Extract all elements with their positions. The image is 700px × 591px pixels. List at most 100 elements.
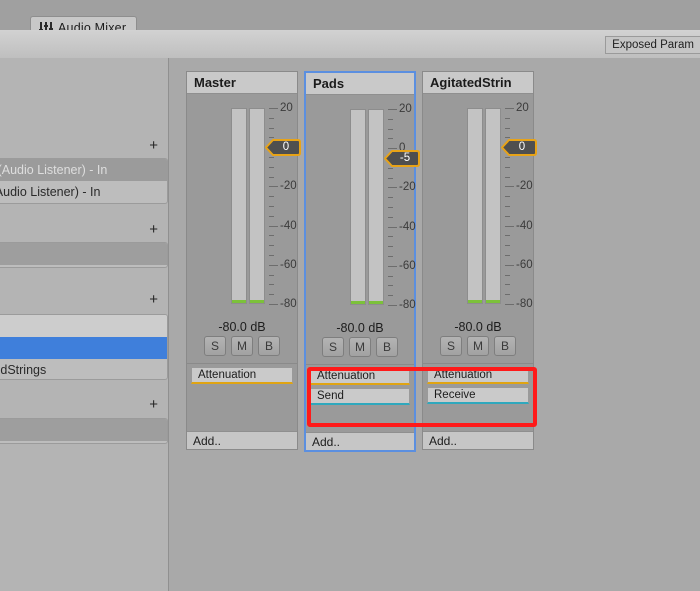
- effect-label: Attenuation: [317, 370, 376, 382]
- meter-zone: 200-20-40-60-800: [423, 94, 537, 319]
- volume-fader-handle[interactable]: 0: [265, 138, 301, 156]
- scale-tick: [269, 284, 274, 286]
- list-item[interactable]: [0, 243, 167, 265]
- scale-label: -80: [399, 299, 416, 311]
- effect-slot[interactable]: Attenuation: [427, 367, 529, 384]
- scale-tick: [505, 284, 510, 286]
- scale-tick: [505, 196, 510, 198]
- scale-label: -20: [399, 181, 416, 194]
- scale-tick: [388, 246, 393, 248]
- add-effect-button[interactable]: Add..: [423, 431, 533, 449]
- window-tab-bar: Audio Mixer: [0, 0, 700, 38]
- exposed-parameters-dropdown[interactable]: Exposed Param: [605, 36, 700, 54]
- volume-fader-value: -5: [399, 151, 411, 164]
- scale-tick: [269, 206, 274, 207]
- effect-label: Send: [317, 390, 344, 402]
- views-list[interactable]: [0, 418, 168, 444]
- list-item[interactable]: atedStrings: [0, 359, 167, 379]
- snapshots-list[interactable]: [0, 242, 168, 268]
- mixers-list[interactable]: er (Audio Listener) - In r (Audio Listen…: [0, 158, 168, 204]
- strip-header[interactable]: Pads: [306, 73, 414, 95]
- scale-tick: [505, 225, 514, 227]
- scale-tick: [269, 127, 274, 129]
- bypass-button[interactable]: B: [376, 337, 398, 357]
- scale-label: -80: [280, 298, 297, 310]
- mixer-strip[interactable]: Pads 20 0 -20 -40 -60 -80 -5 -80.0 dB S M B Attenuat…: [304, 71, 420, 452]
- solo-button[interactable]: S: [440, 336, 462, 356]
- mixer-strip[interactable]: AgitatedStrin200-20-40-60-800-80.0 dBSMB…: [422, 71, 537, 450]
- groups-list[interactable]: s atedStrings: [0, 314, 168, 380]
- strip-title: Pads: [313, 76, 345, 91]
- scale-tick: [388, 187, 397, 189]
- effect-slot[interactable]: Receive: [427, 387, 529, 404]
- scale-tick: [505, 108, 514, 109]
- mute-button[interactable]: M: [231, 336, 253, 356]
- add-effect-label: Add..: [193, 433, 222, 448]
- mixer-strip[interactable]: Master200-20-40-60-800-80.0 dBSMBAttenua…: [186, 71, 301, 450]
- add-snapshot-button[interactable]: +: [149, 222, 158, 237]
- add-group-button[interactable]: +: [149, 292, 158, 307]
- meter-zone: 20 0 -20 -40 -60 -80 -5: [306, 95, 420, 320]
- effect-slot[interactable]: Send: [310, 388, 410, 405]
- volume-fader-handle[interactable]: -5: [384, 149, 420, 167]
- scale-tick: [269, 157, 274, 158]
- scale-label: -60: [280, 258, 297, 271]
- level-readout: -80.0 dB: [454, 320, 502, 334]
- solo-button[interactable]: S: [204, 336, 226, 356]
- scale-label: -60: [516, 258, 533, 271]
- scale-tick: [505, 274, 510, 276]
- scale-label: -20: [516, 180, 533, 193]
- scale-tick: [505, 304, 514, 305]
- vu-meter-level: [250, 300, 264, 303]
- scale-tick: [505, 245, 510, 247]
- add-mixer-button[interactable]: +: [149, 138, 158, 153]
- scale-tick: [388, 265, 397, 267]
- effect-slot[interactable]: Attenuation: [310, 368, 410, 385]
- list-item[interactable]: [0, 419, 167, 441]
- scale-tick: [388, 177, 393, 179]
- scale-label: -40: [516, 219, 533, 232]
- vu-meter: [368, 109, 384, 305]
- scale-tick: [388, 226, 397, 228]
- vu-meter-level: [369, 301, 383, 304]
- volume-fader-handle[interactable]: 0: [501, 138, 537, 156]
- vu-meter: [485, 108, 501, 304]
- scale-tick: [388, 207, 393, 208]
- solo-button[interactable]: S: [322, 337, 344, 357]
- scale-tick: [505, 127, 510, 129]
- scale-tick: [269, 117, 274, 119]
- scale-tick: [505, 176, 510, 178]
- scale-tick: [505, 255, 510, 256]
- mute-button[interactable]: M: [349, 337, 371, 357]
- add-effect-button[interactable]: Add..: [187, 431, 297, 449]
- strip-toggle-buttons: SMB: [306, 337, 414, 364]
- add-view-button[interactable]: +: [149, 397, 158, 412]
- strip-header[interactable]: Master: [187, 72, 297, 94]
- bypass-button[interactable]: B: [494, 336, 516, 356]
- scale-tick: [388, 109, 397, 110]
- strip-header[interactable]: AgitatedStrin: [423, 72, 533, 94]
- list-item[interactable]: [0, 315, 167, 337]
- list-item[interactable]: r (Audio Listener) - In: [0, 181, 167, 203]
- mute-button[interactable]: M: [467, 336, 489, 356]
- meter-zone: 200-20-40-60-800: [187, 94, 301, 319]
- list-item[interactable]: er (Audio Listener) - In: [0, 159, 167, 181]
- effect-slot[interactable]: Attenuation: [191, 367, 293, 384]
- level-readout: -80.0 dB: [336, 321, 384, 335]
- scale-tick: [269, 264, 278, 266]
- add-effect-button[interactable]: Add..: [306, 432, 414, 450]
- bypass-button[interactable]: B: [258, 336, 280, 356]
- vu-meter: [467, 108, 483, 304]
- scale-label: -40: [399, 220, 416, 233]
- scale-tick: [388, 197, 393, 199]
- add-effect-label: Add..: [312, 434, 341, 449]
- mixer-strip-area: Master200-20-40-60-800-80.0 dBSMBAttenua…: [169, 58, 700, 591]
- list-item[interactable]: s: [0, 337, 167, 359]
- vu-meter: [249, 108, 265, 304]
- scale-tick: [269, 255, 274, 256]
- scale-tick: [388, 236, 393, 238]
- scale-tick: [505, 264, 514, 266]
- scale-label: 20: [280, 102, 293, 114]
- scale-tick: [269, 215, 274, 217]
- scale-tick: [269, 304, 278, 305]
